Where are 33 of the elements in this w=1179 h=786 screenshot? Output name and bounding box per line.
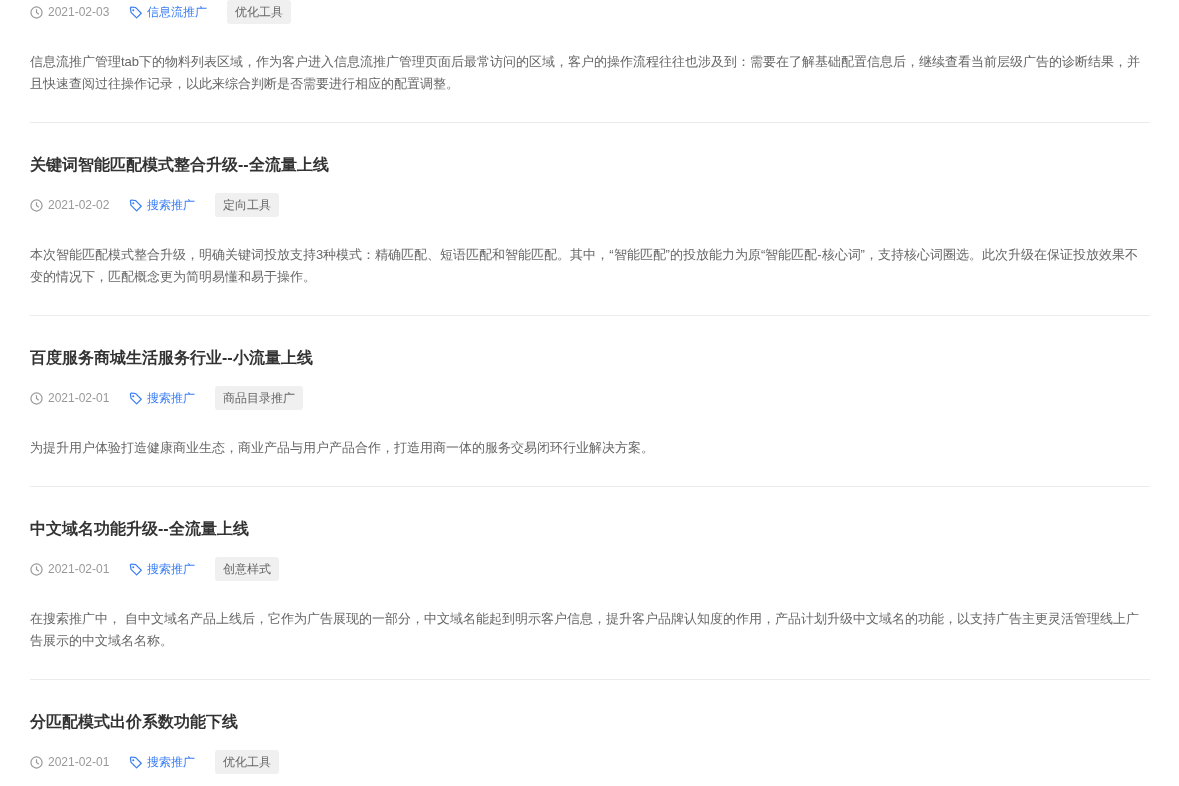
tag-icon bbox=[129, 562, 143, 576]
article-title[interactable]: 关键词智能匹配模式整合升级--全流量上线 bbox=[30, 153, 1150, 177]
article-date: 2021-02-01 bbox=[48, 562, 110, 576]
tag-icon bbox=[129, 755, 143, 769]
tag-icon bbox=[129, 5, 143, 19]
channel-link[interactable]: 搜索推广 bbox=[147, 389, 196, 407]
article-summary: 本次智能匹配模式整合升级，明确关键词投放支持3种模式：精确匹配、短语匹配和智能匹配。其中，“智能匹配”的投放能力为原“智能匹配-核心词”，支持核心词圈选。此次升级在保证投放效果不变的情况下，匹配概念更为简明易懂和易于操作。 bbox=[30, 246, 1139, 286]
channel-link[interactable]: 搜索推广 bbox=[147, 196, 196, 214]
article-date: 2021-02-02 bbox=[48, 198, 110, 212]
article-date: 2021-02-01 bbox=[48, 755, 110, 769]
clock-icon bbox=[30, 5, 43, 19]
channel-link[interactable]: 搜索推广 bbox=[147, 560, 196, 578]
article-summary: 信息流推广管理tab下的物料列表区域，作为客户进入信息流推广管理页面后最常访问的区域，客户的操作流程往往也涉及到：需要在了解基础配置信息后，继续查看当前层级广告的诊断结果，并且快速查阅过往操作记录，以此来综合判断是否需要进行相应的配置调整。 bbox=[30, 53, 1142, 93]
article-summary: 在搜索推广中， 自中文域名产品上线后，它作为广告展现的一部分，中文域名能起到明示客户信息，提升客户品牌认知度的作用，产品计划升级中文域名的功能，以支持广告主更灵活管理线上广告展示的中文域名名称。 bbox=[30, 610, 1140, 650]
category-tag[interactable]: 定向工具 bbox=[215, 193, 280, 217]
tag-icon bbox=[129, 391, 143, 405]
category-tag[interactable]: 优化工具 bbox=[215, 750, 280, 774]
clock-icon bbox=[30, 391, 43, 405]
channel-link[interactable]: 搜索推广 bbox=[147, 753, 196, 771]
clock-icon bbox=[30, 755, 43, 769]
article-title[interactable]: 中文域名功能升级--全流量上线 bbox=[30, 517, 1150, 541]
article-date: 2021-02-01 bbox=[48, 391, 110, 405]
article-summary: 为提升用户体验打造健康商业生态，商业产品与用户产品合作，打造用商一体的服务交易闭环行业解决方案。 bbox=[30, 439, 655, 457]
clock-icon bbox=[30, 562, 43, 576]
category-tag[interactable]: 创意样式 bbox=[215, 557, 280, 581]
article-title[interactable]: 分匹配模式出价系数功能下线 bbox=[30, 710, 1150, 734]
article-date: 2021-02-03 bbox=[48, 5, 110, 19]
clock-icon bbox=[30, 198, 43, 212]
category-tag[interactable]: 优化工具 bbox=[227, 0, 292, 24]
category-tag[interactable]: 商品目录推广 bbox=[215, 386, 304, 410]
channel-link[interactable]: 信息流推广 bbox=[147, 3, 208, 21]
tag-icon bbox=[129, 198, 143, 212]
article-title[interactable]: 百度服务商城生活服务行业--小流量上线 bbox=[30, 346, 1150, 370]
